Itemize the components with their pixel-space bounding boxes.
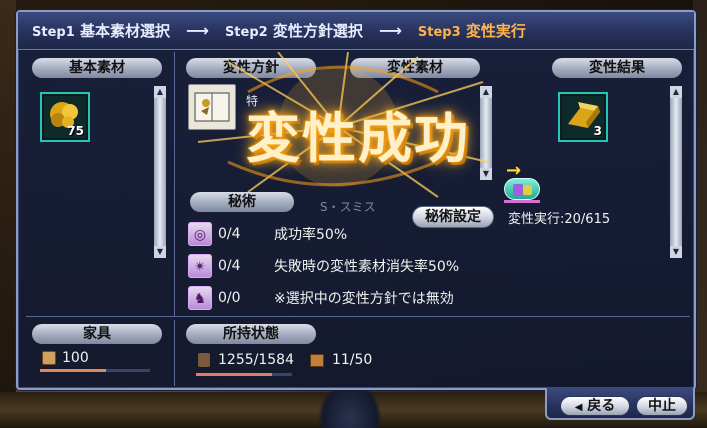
furniture-bar-fill xyxy=(40,369,106,372)
result-header: 変性結果 xyxy=(552,58,682,78)
step-arrow-icon: ⟶ xyxy=(378,21,402,40)
base-material-slot[interactable]: 75 xyxy=(40,92,90,142)
overlay-name-fragment: S・スミス xyxy=(320,200,376,214)
result-count: 3 xyxy=(593,124,602,138)
secret-arts-header: 秘術 xyxy=(190,192,294,212)
execute-status: 変性実行:20/615 xyxy=(508,212,611,227)
scroll-up-icon[interactable]: ▲ xyxy=(154,86,166,98)
policy-header: 変性方針 xyxy=(186,58,316,78)
back-button[interactable]: ◀ 戻る xyxy=(560,396,630,416)
skill-row: ♞ 0/0 ※選択中の変性方針では無効 xyxy=(188,284,454,312)
furniture-info: 100 xyxy=(42,350,89,366)
transmute-progress xyxy=(504,200,540,203)
scroll-down-icon[interactable]: ▼ xyxy=(480,168,492,180)
step-indicator: Step1 基本素材選択 ⟶ Step2 変性方針選択 ⟶ Step3 変性実行 xyxy=(18,12,694,50)
scatter-rune-icon: ✴ xyxy=(188,254,212,278)
scroll-up-icon[interactable]: ▲ xyxy=(670,86,682,98)
step-arrow-icon: ⟶ xyxy=(186,21,209,40)
transmutation-window: Step1 基本素材選択 ⟶ Step2 変性方針選択 ⟶ Step3 変性実行… xyxy=(16,10,696,390)
stop-button[interactable]: 中止 xyxy=(636,396,688,416)
scroll-down-icon[interactable]: ▼ xyxy=(670,246,682,258)
result-scrollbar[interactable]: ▲ ▼ xyxy=(670,86,682,258)
book-icon xyxy=(194,92,230,122)
holdings-info: 1255/1584 11/50 xyxy=(198,352,372,368)
base-material-header: 基本素材 xyxy=(32,58,162,78)
scroll-down-icon[interactable]: ▼ xyxy=(154,246,166,258)
bag-icon xyxy=(309,353,324,367)
skill-row: ✴ 0/4 失敗時の変性素材消失率50% xyxy=(188,252,459,280)
swirl-rune-icon: ◎ xyxy=(188,222,212,246)
skill-row: ◎ 0/4 成功率50% xyxy=(188,220,347,248)
base-material-scrollbar[interactable]: ▲ ▼ xyxy=(154,86,166,258)
beast-rune-icon: ♞ xyxy=(188,286,212,310)
furniture-bar xyxy=(40,369,150,372)
background-scene-left xyxy=(0,0,16,428)
holdings-header: 所持状態 xyxy=(186,324,316,344)
weight-bar-fill xyxy=(196,373,272,376)
chest-icon xyxy=(42,351,56,365)
step-2: Step2 変性方針選択 xyxy=(224,22,363,40)
weight-icon xyxy=(198,353,210,367)
step-3: Step3 変性実行 xyxy=(417,22,526,40)
step-1: Step1 基本素材選択 xyxy=(32,22,170,40)
secret-settings-button[interactable]: 秘術設定 xyxy=(412,206,494,228)
furniture-header: 家具 xyxy=(32,324,162,344)
variant-material-header: 変性素材 xyxy=(350,58,480,78)
variant-scrollbar[interactable]: ▲ ▼ xyxy=(480,86,492,180)
policy-book-slot[interactable] xyxy=(188,84,236,130)
transmute-gem-button[interactable] xyxy=(504,178,540,200)
row-divider xyxy=(26,316,690,317)
gem-icon xyxy=(513,184,532,196)
scroll-up-icon[interactable]: ▲ xyxy=(480,86,492,98)
result-slot[interactable]: 3 xyxy=(558,92,608,142)
column-divider xyxy=(174,52,175,316)
column-divider xyxy=(174,320,175,386)
success-text: 変性成功 xyxy=(246,106,470,170)
weight-bar xyxy=(196,373,292,376)
overlay-text-fragment: 特 xyxy=(246,94,259,108)
back-icon: ◀ xyxy=(574,402,583,413)
base-material-count: 75 xyxy=(67,124,84,138)
